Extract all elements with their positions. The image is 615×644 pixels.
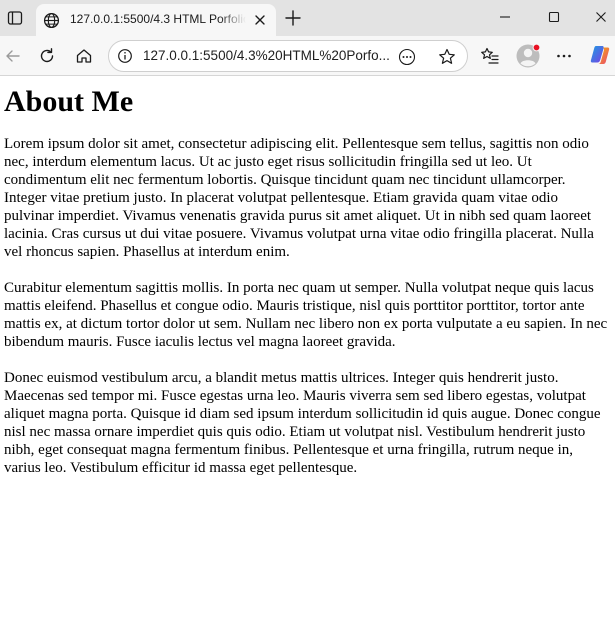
tab-active[interactable]: 127.0.0.1:5500/4.3 HTML Porfolio: [36, 4, 276, 36]
more-icon[interactable]: [397, 47, 417, 67]
minimize-button[interactable]: [492, 6, 518, 28]
tab-actions-button[interactable]: [0, 5, 30, 31]
page-content: About Me Lorem ipsum dolor sit amet, con…: [4, 87, 608, 495]
address-url[interactable]: 127.0.0.1:5500/4.3%20HTML%20Porfo...: [143, 48, 395, 66]
paragraph-2: Curabitur elementum sagittis mollis. In …: [4, 280, 608, 350]
back-icon: [6, 50, 20, 62]
minimize-icon: [500, 16, 510, 18]
settings-menu-button[interactable]: [553, 45, 575, 67]
home-icon: [76, 49, 92, 63]
reload-icon: [40, 48, 54, 63]
paragraph-1: Lorem ipsum dolor sit amet, consectetur …: [4, 136, 594, 260]
tab-strip: 127.0.0.1:5500/4.3 HTML Porfolio: [0, 0, 615, 36]
home-button[interactable]: [73, 45, 95, 67]
menu-icon: [557, 54, 571, 58]
back-button[interactable]: [2, 45, 24, 67]
tab-actions-icon: [7, 11, 23, 25]
reload-button[interactable]: [36, 45, 58, 67]
close-icon: [596, 12, 606, 22]
star-icon[interactable]: [437, 47, 457, 67]
maximize-icon: [548, 11, 560, 23]
profile-avatar: [516, 43, 541, 68]
copilot-icon: [590, 46, 610, 64]
favorites-icon: [481, 47, 499, 64]
window-close-button[interactable]: [588, 6, 614, 28]
copilot-button[interactable]: [588, 43, 612, 67]
info-icon[interactable]: [117, 48, 133, 64]
page-viewport: About Me Lorem ipsum dolor sit amet, con…: [0, 77, 615, 644]
globe-icon: [43, 12, 60, 29]
maximize-button[interactable]: [541, 6, 567, 28]
new-tab-icon[interactable]: [283, 8, 303, 28]
tab-title: 127.0.0.1:5500/4.3 HTML Porfolio: [70, 12, 246, 26]
profile-button[interactable]: [515, 43, 541, 69]
page-heading: About Me: [4, 85, 134, 118]
favorites-button[interactable]: [479, 45, 501, 67]
tab-close-icon[interactable]: [252, 12, 268, 28]
paragraph-3: Donec euismod vestibulum arcu, a blandit…: [4, 370, 601, 476]
address-bar[interactable]: 127.0.0.1:5500/4.3%20HTML%20Porfo...: [108, 40, 468, 72]
browser-toolbar: 127.0.0.1:5500/4.3%20HTML%20Porfo...: [0, 36, 615, 76]
